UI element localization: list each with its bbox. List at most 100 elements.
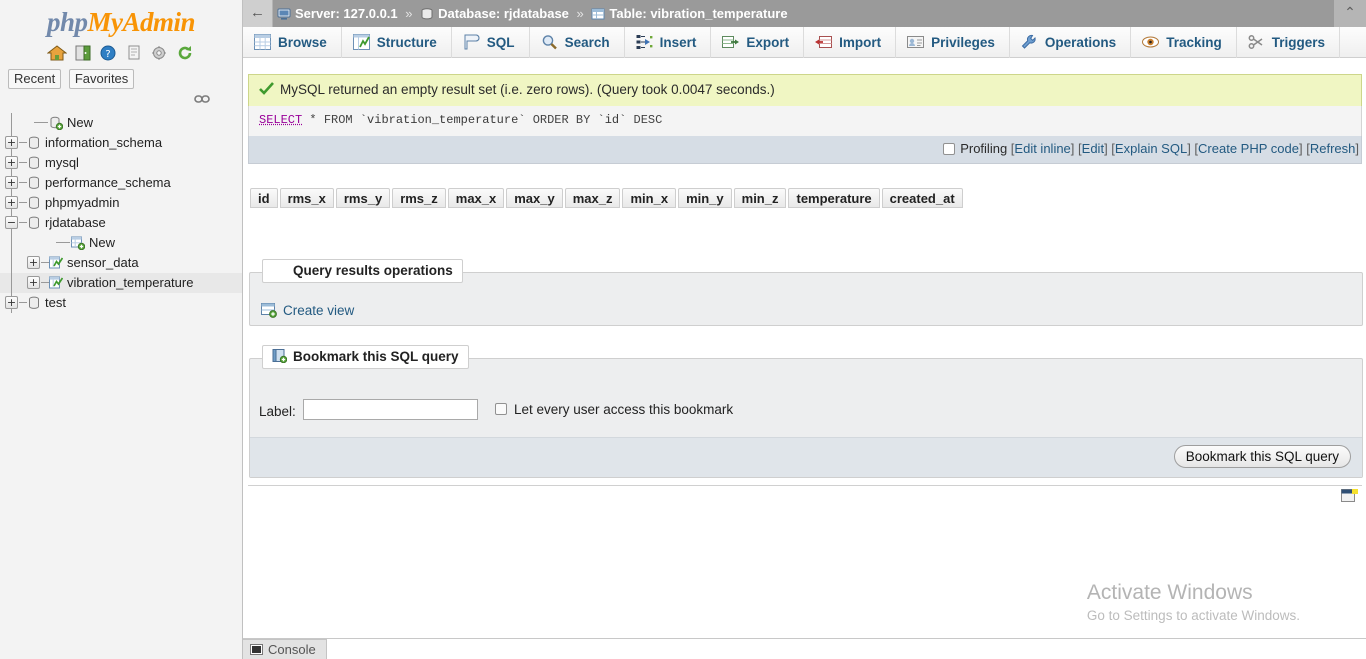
bookmark-public-checkbox-label: Let every user access this bookmark [514,402,734,417]
tab-privileges[interactable]: Privileges [896,27,1010,58]
action-link-create-php-code[interactable]: Create PHP code [1198,141,1299,156]
chain-link-icon[interactable] [194,93,210,105]
profiling-checkbox[interactable] [943,143,956,155]
tab-label: Browse [278,35,327,50]
phpmyadmin-logo[interactable]: phpMyAdmin [0,0,242,38]
logout-icon[interactable] [73,44,93,61]
tree-node-new[interactable]: New [0,233,242,253]
bookmark-public-checkbox[interactable] [495,403,507,415]
tree-node-phpmyadmin[interactable]: + phpmyadmin [0,193,242,213]
docs-icon[interactable] [124,44,144,61]
database-icon [27,176,41,190]
action-link-refresh[interactable]: Refresh [1310,141,1356,156]
tree-node-mysql[interactable]: + mysql [0,153,242,173]
tree-dash [19,182,27,183]
sidebar-tabs: Recent Favorites [0,69,242,89]
tab-search[interactable]: Search [530,27,625,58]
settings-icon[interactable] [149,44,169,61]
tree-expand-icon[interactable]: + [27,276,40,289]
result-column-headers: id rms_x rms_y rms_z max_x max_y max_z min_x min… [250,188,965,208]
column-header-max_y[interactable]: max_y [506,188,563,208]
tree-node-vibration_temperature[interactable]: + vibration_temperature [0,273,242,293]
bookmark-submit-button[interactable]: Bookmark this SQL query [1173,445,1351,468]
svg-text:?: ? [106,49,111,60]
breadcrumb-database[interactable]: Database: rjdatabase [438,6,569,21]
tree-expand-icon[interactable]: + [5,196,18,209]
privileges-icon [907,30,925,48]
query-action-links: [Edit inline] [Edit] [Explain SQL] [Crea… [1011,141,1359,156]
tree-expand-icon[interactable]: + [5,156,18,169]
tree-node-sensor_data[interactable]: + sensor_data [0,253,242,273]
tab-export[interactable]: Export [711,27,805,58]
tab-label: Insert [659,35,697,50]
create-view-link[interactable]: Create view [261,303,354,318]
breadcrumb-server[interactable]: Server: 127.0.0.1 [295,6,398,21]
tab-insert[interactable]: Insert [625,27,712,58]
tree-connector [11,253,12,273]
help-icon[interactable]: ? [98,44,118,61]
tree-expand-icon[interactable]: + [5,136,18,149]
tree-expand-icon[interactable]: + [27,256,40,269]
query-results-operations-panel: Query results operations Create view [249,259,1363,326]
table-icon [591,2,605,20]
column-header-min_z[interactable]: min_z [733,188,787,208]
tree-node-test[interactable]: + test [0,293,242,313]
bookmark-label-input[interactable] [303,399,478,420]
back-button[interactable]: ← [243,0,273,27]
sql-keyword-from: FROM [323,113,353,127]
column-header-min_y[interactable]: min_y [678,188,732,208]
column-header-min_x[interactable]: min_x [622,188,677,208]
tab-browse[interactable]: Browse [243,27,342,58]
bracket-close: ] [1355,141,1359,156]
action-link-edit[interactable]: Edit [1082,141,1104,156]
collapse-navigation-button[interactable]: ⌃ [1334,0,1366,27]
console-toggle-button[interactable]: Console [243,639,327,659]
breadcrumb-table[interactable]: Table: vibration_temperature [609,6,787,21]
tab-label: Export [746,35,790,50]
tab-import[interactable]: Import [804,27,897,58]
sql-icon [463,30,480,50]
sql-star: * [309,113,317,127]
column-header-rms_z[interactable]: rms_z [392,188,446,208]
sidebar-chain-row [0,89,242,111]
tree-dash [34,122,48,123]
action-link-explain-sql[interactable]: Explain SQL [1115,141,1187,156]
tab-triggers[interactable]: Triggers [1237,27,1340,58]
tree-node-label: phpmyadmin [45,195,120,210]
column-header-rms_x[interactable]: rms_x [279,188,334,208]
bracket-open: [ [1074,141,1082,156]
tree-expand-icon[interactable]: + [5,176,18,189]
table-nav-tabs: Browse Structure SQL Search Insert Export Impo… [243,27,1366,58]
table-icon [49,256,64,270]
tree-node-information_schema[interactable]: + information_schema [0,133,242,153]
tree-collapse-icon[interactable]: − [5,216,18,229]
column-header-id[interactable]: id [250,188,278,208]
column-header-created_at[interactable]: created_at [881,188,963,208]
home-icon[interactable] [46,44,68,61]
reload-icon[interactable] [175,44,195,61]
query-results-operations-legend: Query results operations [262,259,463,283]
tree-expand-icon[interactable]: + [5,296,18,309]
column-header-max_x[interactable]: max_x [447,188,505,208]
tab-sql[interactable]: SQL [452,27,530,58]
tab-tracking[interactable]: Tracking [1131,27,1237,58]
database-icon [27,296,41,310]
favorites-tab[interactable]: Favorites [68,69,135,89]
tab-structure[interactable]: Structure [342,27,452,58]
window-panel-icon[interactable] [1341,489,1358,504]
sql-keyword-desc: DESC [633,113,663,127]
column-header-rms_y[interactable]: rms_y [335,188,391,208]
recent-tab[interactable]: Recent [8,69,62,89]
column-header-temperature[interactable]: temperature [788,188,880,208]
tree-dash [41,262,49,263]
column-header-max_z[interactable]: max_z [564,188,621,208]
tree-node-performance_schema[interactable]: + performance_schema [0,173,242,193]
tree-node-new[interactable]: New [0,113,242,133]
insert-icon [636,30,653,49]
action-link-edit-inline[interactable]: Edit inline [1014,141,1070,156]
tree-node-label: New [67,115,94,130]
tree-node-rjdatabase[interactable]: − rjdatabase [0,213,242,233]
query-success-message: MySQL returned an empty result set (i.e.… [248,74,1362,106]
query-action-bar: Profiling [Edit inline] [Edit] [Explain … [248,136,1362,164]
tab-operations[interactable]: Operations [1010,27,1132,58]
